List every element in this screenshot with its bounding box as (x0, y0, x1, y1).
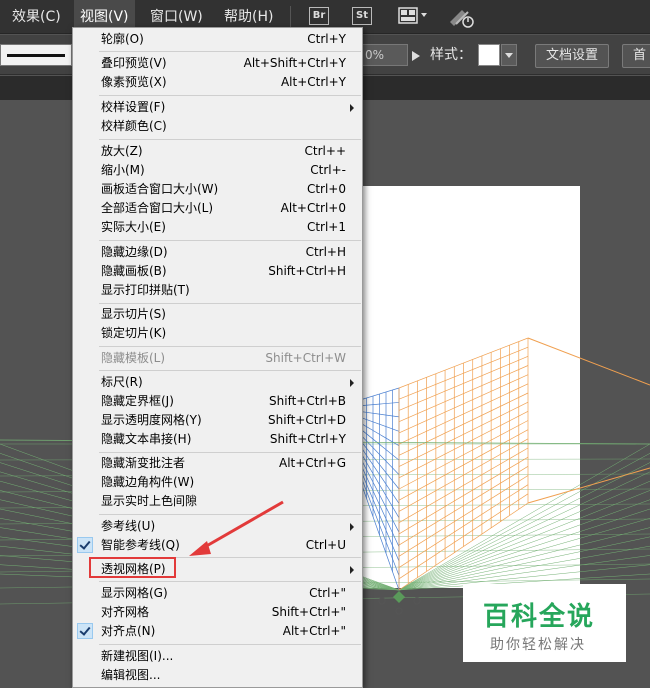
watermark-title: 百科全说 (483, 602, 596, 632)
watermark-subtitle: 助你轻松解决 (490, 637, 586, 653)
watermark-logo: 百科全说 助你轻松解决 (463, 584, 626, 662)
